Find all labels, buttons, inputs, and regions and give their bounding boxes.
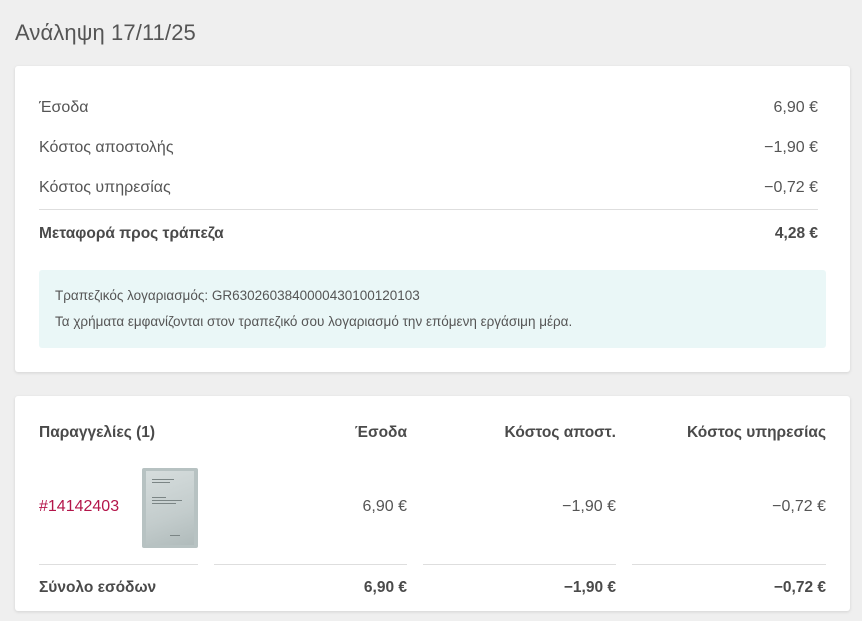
summary-row-total: Μεταφορά προς τράπεζα 4,28 € [39,225,818,245]
total-value: 4,28 € [774,225,818,242]
column-divider [39,564,198,565]
page-title: Ανάληψη 17/11/25 [15,20,196,45]
total-label: Μεταφορά προς τράπεζα [39,225,224,242]
order-income: 6,90 € [362,498,407,515]
summary-row-income: Έσοδα 6,90 € [39,99,818,119]
column-divider [632,564,826,565]
summary-value: 6,90 € [773,99,818,116]
header-service: Κόστος υπηρεσίας [686,424,826,441]
column-divider [214,564,407,565]
summary-value: −1,90 € [764,139,818,156]
summary-row-shipping: Κόστος αποστολής −1,90 € [39,139,818,159]
column-divider [423,564,616,565]
bank-note: Τα χρήματα εμφανίζονται στον τραπεζικό σ… [55,314,573,329]
order-thumbnail[interactable] [142,468,198,548]
header-income: Έσοδα [354,424,407,441]
footer-label: Σύνολο εσόδων [39,579,157,596]
footer-shipping: −1,90 € [563,579,616,596]
payout-summary-card: Έσοδα 6,90 € Κόστος αποστολής −1,90 € Κό… [15,66,850,372]
order-link[interactable]: #14142403 [39,498,119,516]
summary-label: Έσοδα [39,99,89,116]
order-shipping: −1,90 € [562,498,616,515]
footer-income: 6,90 € [363,579,407,596]
summary-label: Κόστος αποστολής [39,139,174,156]
summary-label: Κόστος υπηρεσίας [39,179,171,196]
orders-card: Παραγγελίες (1) Έσοδα Κόστος αποστ. Κόστ… [15,396,850,611]
footer-service: −0,72 € [773,579,826,596]
bank-account-line: Τραπεζικός λογαριασμός: GR63026038400004… [55,288,420,303]
header-shipping: Κόστος αποστ. [504,424,617,441]
order-service: −0,72 € [772,498,826,515]
summary-value: −0,72 € [764,179,818,196]
summary-row-service: Κόστος υπηρεσίας −0,72 € [39,179,818,199]
bank-info-box: Τραπεζικός λογαριασμός: GR63026038400004… [39,270,826,348]
summary-divider [39,209,818,210]
header-orders: Παραγγελίες (1) [39,424,156,441]
